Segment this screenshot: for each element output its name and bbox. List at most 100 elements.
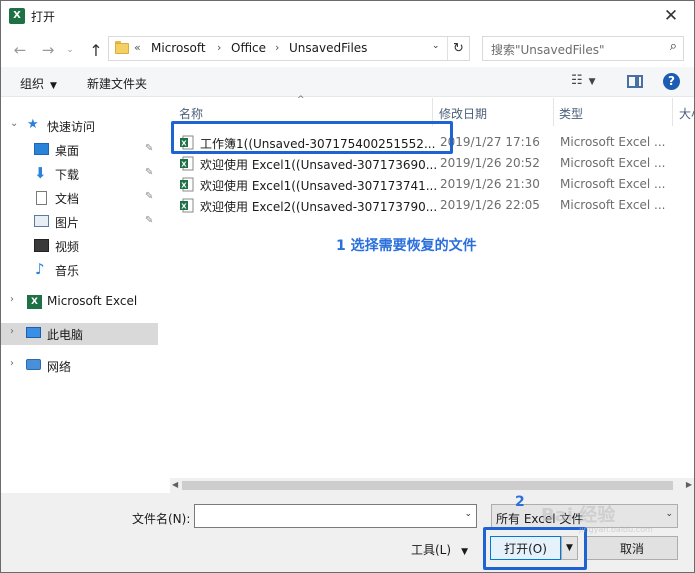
file-type-filter-value: 所有 Excel 文件 xyxy=(496,512,584,526)
file-type: Microsoft Excel ... xyxy=(560,177,666,191)
organize-button[interactable]: 组织 ▼ xyxy=(20,75,57,92)
breadcrumb-microsoft[interactable]: Microsoft xyxy=(151,41,206,55)
excel-file-icon: X xyxy=(180,198,194,213)
sidebar-item-microsoft-excel[interactable]: › X Microsoft Excel xyxy=(1,291,158,313)
table-row[interactable]: X 欢迎使用 Excel1((Unsaved-307173741... 2019… xyxy=(170,174,694,195)
file-modified: 2019/1/26 21:30 xyxy=(440,177,540,191)
svg-text:X: X xyxy=(181,182,187,190)
sidebar-item-label: 视频 xyxy=(55,240,80,254)
toolbar: 组织 ▼ 新建文件夹 ☷ ▼ ? xyxy=(1,67,694,97)
excel-file-icon: X xyxy=(180,177,194,192)
chevron-down-icon[interactable]: ⌄ xyxy=(432,41,440,51)
view-options-button[interactable]: ☷ ▼ xyxy=(571,73,609,91)
forward-arrow-icon[interactable]: → xyxy=(37,39,59,61)
open-options-dropdown[interactable]: ▼ xyxy=(561,536,578,560)
download-icon: ⬇ xyxy=(34,164,47,182)
network-icon xyxy=(26,359,41,370)
column-header-modified[interactable]: 修改日期 xyxy=(433,98,553,126)
excel-icon: X xyxy=(27,295,42,309)
scroll-right-icon[interactable]: ▶ xyxy=(686,480,692,489)
breadcrumb-unsavedfiles[interactable]: UnsavedFiles xyxy=(289,41,367,55)
preview-pane-icon[interactable] xyxy=(627,75,643,88)
file-type: Microsoft Excel ... xyxy=(560,156,666,170)
horizontal-scrollbar[interactable]: ◀ ▶ xyxy=(170,478,694,493)
sidebar-item-label: 图片 xyxy=(55,216,80,230)
sidebar-item-label: 下载 xyxy=(55,168,80,182)
svg-text:X: X xyxy=(181,161,187,169)
table-row[interactable]: X 欢迎使用 Excel1((Unsaved-307173690... 2019… xyxy=(170,153,694,174)
column-header-type[interactable]: 类型 xyxy=(554,98,674,126)
sidebar-item-downloads[interactable]: ⬇ 下载 ✎ xyxy=(1,163,158,185)
sidebar-item-videos[interactable]: 视频 xyxy=(1,235,158,257)
folder-icon xyxy=(115,41,129,55)
pin-icon[interactable]: ✎ xyxy=(145,215,153,226)
file-list: ^ 名称 修改日期 类型 大小 X 工作簿1((Unsaved-30717540… xyxy=(170,95,694,478)
sidebar-item-label: 文档 xyxy=(55,192,80,206)
sidebar-item-this-pc[interactable]: › 此电脑 xyxy=(1,323,158,345)
open-button[interactable]: 打开(O) xyxy=(490,536,561,560)
search-input[interactable]: 搜索"UnsavedFiles" ⌕ xyxy=(482,36,684,61)
filename-label: 文件名(N): xyxy=(132,512,191,526)
back-arrow-icon[interactable]: ← xyxy=(9,39,31,61)
chevron-down-icon[interactable]: ⌄ xyxy=(464,509,472,519)
star-icon: ★ xyxy=(27,117,39,132)
chevron-right-icon[interactable]: › xyxy=(217,41,221,54)
svg-text:X: X xyxy=(181,203,187,211)
sidebar-item-label: 网络 xyxy=(47,360,72,374)
sidebar-item-quick-access[interactable]: ⌄ ★ 快速访问 xyxy=(1,115,158,137)
column-header-name[interactable]: 名称 xyxy=(170,98,432,126)
sidebar-item-label: 此电脑 xyxy=(47,328,84,342)
navigation-pane: ⌄ ★ 快速访问 桌面 ✎ ⬇ 下载 ✎ 文档 ✎ 图片 ✎ 视频 ♪ 音乐 ›… xyxy=(1,98,159,493)
music-icon: ♪ xyxy=(35,260,45,278)
filename-input[interactable]: ⌄ xyxy=(194,504,477,528)
sidebar-item-documents[interactable]: 文档 ✎ xyxy=(1,187,158,209)
file-name: 欢迎使用 Excel2((Unsaved-307173790... xyxy=(200,200,438,214)
chevron-down-icon[interactable]: ⌄ xyxy=(10,118,18,129)
up-arrow-icon[interactable]: ↑ xyxy=(85,39,107,61)
file-modified: 2019/1/27 17:16 xyxy=(440,135,540,149)
file-name: 工作簿1((Unsaved-307175400251552... xyxy=(200,137,436,151)
excel-file-icon: X xyxy=(180,156,194,171)
file-modified: 2019/1/26 22:05 xyxy=(440,198,540,212)
table-row[interactable]: X 工作簿1((Unsaved-307175400251552... 2019/… xyxy=(170,132,694,153)
annotation-step-2: 2 xyxy=(515,494,525,510)
scrollbar-thumb[interactable] xyxy=(182,481,673,490)
refresh-icon[interactable]: ↻ xyxy=(447,37,469,60)
sidebar-item-pictures[interactable]: 图片 ✎ xyxy=(1,211,158,233)
tools-button[interactable]: 工具(L) ▼ xyxy=(411,541,468,558)
picture-icon xyxy=(34,215,49,227)
window-title: 打开 xyxy=(31,10,56,24)
search-placeholder: 搜索"UnsavedFiles" xyxy=(491,43,605,57)
breadcrumb-overflow[interactable]: « xyxy=(134,41,141,54)
cancel-button[interactable]: 取消 xyxy=(586,536,678,560)
recent-locations-chevron-icon[interactable]: ⌄ xyxy=(63,39,77,61)
chevron-right-icon[interactable]: › xyxy=(275,41,279,54)
pin-icon[interactable]: ✎ xyxy=(145,191,153,202)
chevron-right-icon[interactable]: › xyxy=(10,326,14,337)
chevron-right-icon[interactable]: › xyxy=(10,358,14,369)
scroll-left-icon[interactable]: ◀ xyxy=(172,480,178,489)
sidebar-item-label: Microsoft Excel xyxy=(47,294,138,308)
sidebar-item-label: 桌面 xyxy=(55,144,80,158)
breadcrumb-office[interactable]: Office xyxy=(231,41,266,55)
excel-file-icon: X xyxy=(180,135,194,150)
file-type: Microsoft Excel ... xyxy=(560,135,666,149)
help-icon[interactable]: ? xyxy=(663,73,680,90)
sidebar-item-music[interactable]: ♪ 音乐 xyxy=(1,259,158,281)
address-bar[interactable]: « Microsoft › Office › UnsavedFiles ⌄ ↻ xyxy=(108,36,470,61)
file-name: 欢迎使用 Excel1((Unsaved-307173741... xyxy=(200,179,438,193)
sidebar-item-desktop[interactable]: 桌面 ✎ xyxy=(1,139,158,161)
open-file-dialog: X 打开 ✕ ← → ⌄ ↑ « Microsoft › Office › Un… xyxy=(0,0,695,573)
pin-icon[interactable]: ✎ xyxy=(145,143,153,154)
chevron-right-icon[interactable]: › xyxy=(10,294,14,305)
search-icon[interactable]: ⌕ xyxy=(670,39,677,54)
close-button[interactable]: ✕ xyxy=(648,1,694,31)
new-folder-button[interactable]: 新建文件夹 xyxy=(87,75,147,92)
column-header-size[interactable]: 大小 xyxy=(673,98,694,126)
sidebar-item-network[interactable]: › 网络 xyxy=(1,355,158,377)
chevron-down-icon[interactable]: ⌄ xyxy=(665,509,673,519)
table-row[interactable]: X 欢迎使用 Excel2((Unsaved-307173790... 2019… xyxy=(170,195,694,216)
pin-icon[interactable]: ✎ xyxy=(145,167,153,178)
sidebar-item-label: 音乐 xyxy=(55,264,80,278)
file-modified: 2019/1/26 20:52 xyxy=(440,156,540,170)
